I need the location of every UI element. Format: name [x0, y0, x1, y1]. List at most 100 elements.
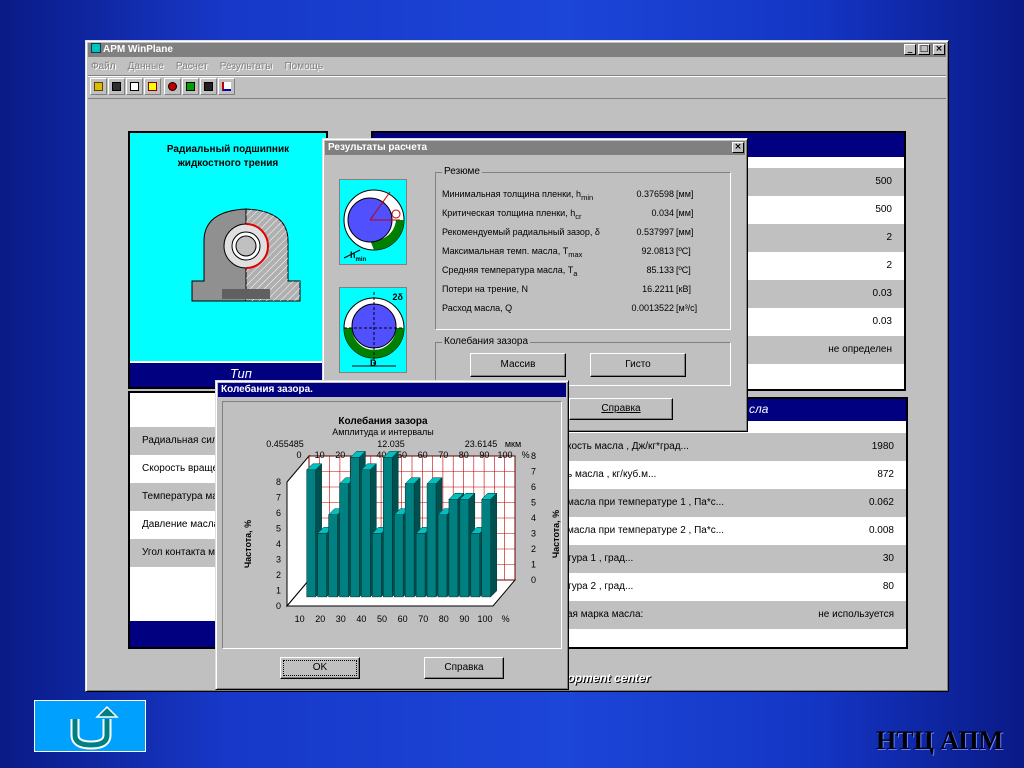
histo-titlebar: Колебания зазора. [218, 383, 566, 397]
maximize-button[interactable]: □ [918, 44, 930, 55]
histogram-bar [470, 533, 481, 598]
ok-button[interactable]: OK [280, 657, 360, 679]
x-tick-label-top: 90 [479, 450, 489, 460]
histogram-bar [426, 483, 437, 598]
histogram-chart: Колебания зазораАмплитуда и интервалы 0.4… [243, 415, 561, 624]
y-tick-label-right: 6 [531, 482, 536, 492]
toolbar [88, 75, 946, 99]
compute-icon[interactable] [164, 78, 181, 95]
y-tick-label-right: 0 [531, 575, 536, 585]
app-icon [91, 43, 101, 53]
y-tick-label: 5 [276, 524, 281, 534]
chart-subtitle: Амплитуда и интервалы [332, 427, 434, 437]
x-tick-label-top: % [522, 450, 530, 460]
histogram-bar [350, 457, 360, 598]
y-axis-label-right: Частота, % [551, 510, 561, 558]
y-tick-label: 1 [276, 586, 281, 596]
y-tick-label: 0 [276, 601, 281, 611]
histo-title: Колебания зазора. [221, 384, 313, 395]
x-tick-label: 90 [459, 614, 469, 624]
x-tick-label: 30 [336, 614, 346, 624]
menu-file[interactable]: Файл [91, 61, 116, 72]
menu-calc[interactable]: Расчет [176, 61, 208, 72]
menu-data[interactable]: Данные [128, 61, 164, 72]
param-row: Минимальная толщина пленки, hmin 0.376598… [442, 189, 694, 202]
y-tick-label: 2 [276, 570, 281, 580]
y-tick-label-right: 4 [531, 513, 536, 523]
resume-label: Резюме [442, 166, 482, 178]
histogram-bar [328, 514, 338, 598]
histogram-bar [383, 457, 393, 598]
back-button[interactable] [34, 700, 146, 752]
bearing-diagram-1: hmin [339, 179, 407, 265]
return-arrow-icon [70, 705, 119, 750]
x-tick-label-top: 50 [397, 450, 407, 460]
histogram-bar [404, 483, 415, 598]
type-label: Тип [230, 366, 252, 381]
results-close-button[interactable]: × [732, 142, 744, 153]
printer-setup-icon[interactable] [144, 78, 161, 95]
param-row: Максимальная темп. масла, Tmax 92.0813 [ºC… [442, 246, 691, 259]
param-row: Средняя температура масла, Ta 85.133 [ºC] [442, 265, 691, 278]
results-title: Результаты расчета [328, 142, 428, 153]
param-row: Потери на трение, N 16.2211 [кВ] [442, 284, 691, 294]
menu-help[interactable]: Помощь [284, 61, 323, 72]
chart-title: Колебания зазора [338, 415, 428, 427]
y-tick-label: 8 [276, 477, 281, 487]
print-icon[interactable] [126, 78, 143, 95]
x-tick-label: 50 [377, 614, 387, 624]
y-tick-label-right: 7 [531, 467, 536, 477]
bearing-diagram-2: 2δ D [339, 287, 407, 373]
histo-button[interactable]: Гисто [590, 353, 686, 377]
param-row: Рекомендуемый радиальный зазор, δ 0.53799… [442, 227, 694, 237]
y-tick-label: 6 [276, 508, 281, 518]
y-tick-label-right: 3 [531, 529, 536, 539]
histo-chart-area: Колебания зазора Амплитуда и интервалы 0.4… [222, 401, 562, 649]
y-tick-label-right: 8 [531, 451, 536, 461]
y-tick-label: 3 [276, 555, 281, 565]
diameter-label: D [370, 358, 377, 368]
histogram-bar [361, 469, 371, 598]
fluct-label: Колебания зазора [442, 336, 531, 348]
y-tick-label-right: 5 [531, 498, 536, 508]
array-button[interactable]: Массив [470, 353, 566, 377]
hmin-label: hmin [350, 250, 367, 263]
wizard-icon[interactable] [182, 78, 199, 95]
main-titlebar: APM WinPlane _ □ × [88, 43, 946, 57]
histogram-bar [415, 533, 426, 598]
x-tick-label: 70 [418, 614, 428, 624]
histogram-bar [437, 514, 448, 598]
calculator-icon[interactable] [200, 78, 217, 95]
x-tick-label: % [502, 614, 510, 624]
histogram-bar [317, 533, 327, 598]
minimize-button[interactable]: _ [904, 44, 916, 55]
histo-dialog: Колебания зазора. Колебания зазора Амплит… [215, 380, 569, 690]
histo-help-button[interactable]: Справка [424, 657, 504, 679]
chart-icon[interactable] [218, 78, 235, 95]
close-button[interactable]: × [933, 44, 945, 55]
results-help-button[interactable]: Справка [569, 398, 673, 420]
top-value-label: 23.6145 [465, 439, 498, 449]
open-icon[interactable] [90, 78, 107, 95]
param-row: Критическая толщина пленки, hcr 0.034 [мм] [442, 208, 694, 221]
x-tick-label: 100 [477, 614, 492, 624]
x-tick-label: 80 [439, 614, 449, 624]
bearing-title: Радиальный подшипник жидкостного трения [166, 144, 290, 169]
oil-table-header-text: сла [749, 402, 769, 416]
bar-side [490, 492, 497, 598]
resume-group: Резюме Минимальная толщина пленки, hmin 0… [435, 166, 731, 330]
save-icon[interactable] [108, 78, 125, 95]
histogram-bar [372, 533, 382, 598]
delta-label: 2δ [392, 292, 403, 302]
type-panel: Радиальный подшипник жидкостного трения … [128, 131, 328, 389]
param-row: Расход масла, Q 0.0013522 [м³/с] [442, 303, 698, 313]
menu-results[interactable]: Результаты [220, 61, 273, 72]
x-tick-label-top: 80 [459, 450, 469, 460]
top-value-label: 0.455485 [266, 439, 304, 449]
x-tick-label: 40 [356, 614, 366, 624]
results-titlebar: Результаты расчета × [325, 141, 745, 155]
histogram-bar [306, 469, 316, 598]
bearing-drawing [191, 208, 301, 302]
x-tick-label-top: 0 [296, 450, 301, 460]
top-unit-label: мкм [505, 439, 521, 449]
